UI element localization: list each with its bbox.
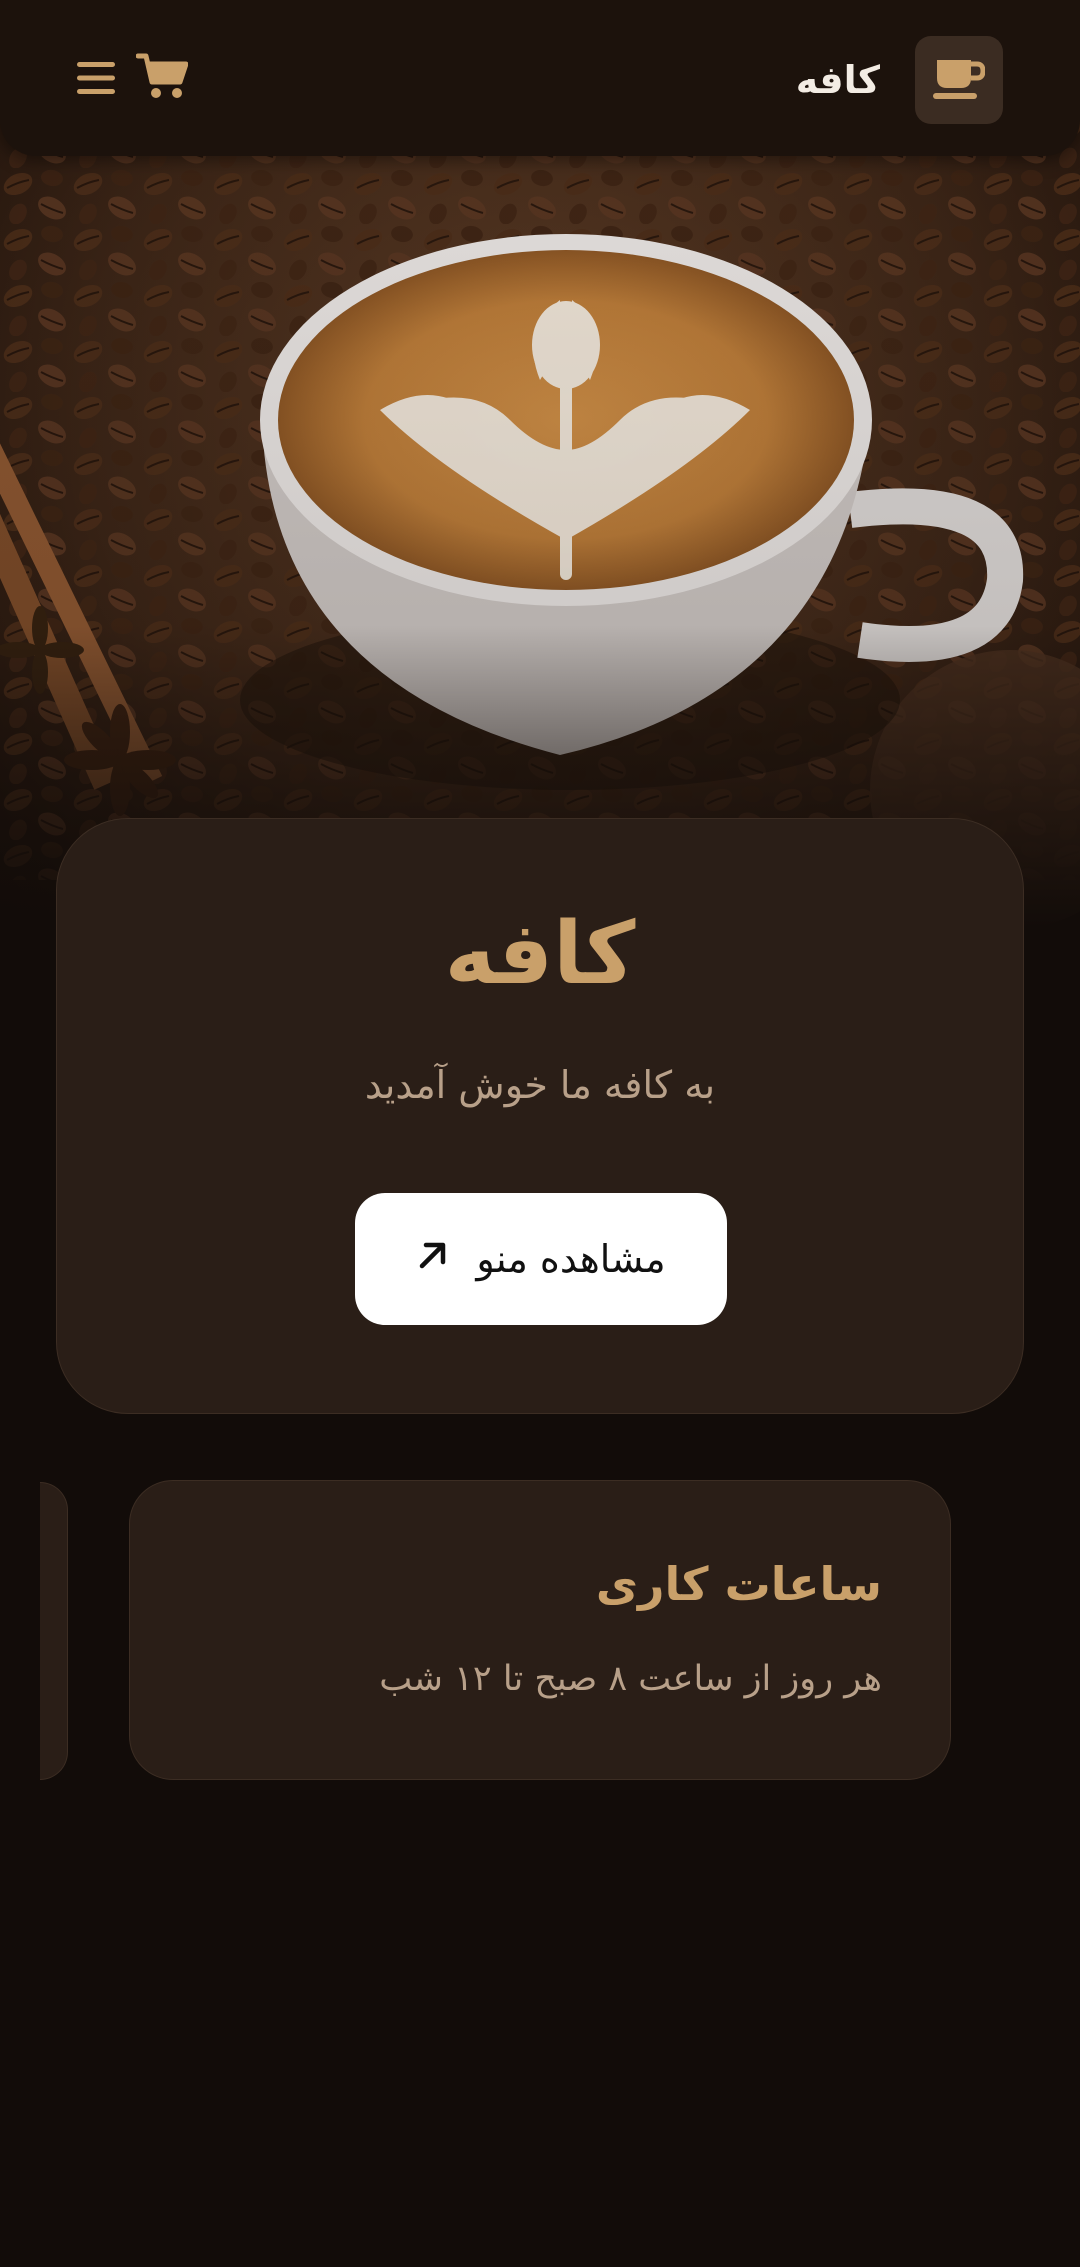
shopping-cart-icon xyxy=(135,52,189,104)
app-header: کافه xyxy=(0,0,1080,156)
logo-button[interactable] xyxy=(915,36,1003,124)
carousel-next-card-peek[interactable] xyxy=(40,1482,68,1780)
welcome-card: کافه به کافه ما خوش آمدید مشاهده منو xyxy=(56,818,1024,1414)
hamburger-menu-button[interactable] xyxy=(72,56,120,104)
hero-subtitle: به کافه ما خوش آمدید xyxy=(364,1063,716,1107)
brand-name: کافه xyxy=(795,58,880,102)
opening-hours-card: ساعات کاری هر روز از ساعت ۸ صبح تا ۱۲ شب xyxy=(129,1480,951,1780)
view-menu-label: مشاهده منو xyxy=(476,1237,666,1281)
coffee-cup-icon xyxy=(933,56,986,104)
hours-text: هر روز از ساعت ۸ صبح تا ۱۲ شب xyxy=(379,1659,882,1699)
hours-title: ساعات کاری xyxy=(595,1557,882,1611)
hamburger-menu-icon xyxy=(75,60,117,100)
hero-title: کافه xyxy=(444,904,636,1004)
arrow-up-right-icon xyxy=(416,1237,450,1281)
cart-button[interactable] xyxy=(134,50,190,106)
view-menu-button[interactable]: مشاهده منو xyxy=(355,1193,727,1325)
